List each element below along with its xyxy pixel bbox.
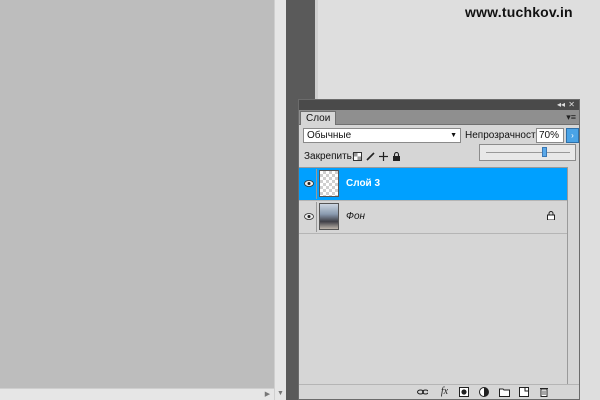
watermark: www.tuchkov.in — [465, 4, 573, 20]
layers-panel: ◂◂ ✕ Слои ▾≡ Обычные ▼ Непрозрачность: 7… — [298, 99, 580, 400]
lock-image-pixels-icon[interactable] — [366, 152, 375, 161]
blend-row: Обычные ▼ Непрозрачность: 70% › — [303, 128, 579, 144]
tab-layers[interactable]: Слои — [300, 111, 337, 125]
panel-tabrow: Слои ▾≡ — [299, 110, 579, 125]
adjustment-layer-icon[interactable] — [479, 387, 490, 397]
canvas-vertical-scrollbar[interactable]: ▼ — [274, 0, 286, 400]
trash-icon[interactable] — [539, 387, 550, 397]
layer-thumbnail[interactable] — [319, 203, 339, 230]
eye-icon — [304, 213, 314, 220]
panel-menu-icon[interactable]: ▾≡ — [566, 111, 576, 123]
lock-transparent-pixels-icon[interactable] — [353, 152, 362, 161]
document-canvas[interactable] — [0, 0, 274, 400]
secondary-document-edge — [315, 0, 318, 100]
visibility-toggle[interactable] — [301, 169, 317, 199]
layer-row-selected[interactable]: Слой 3 — [299, 168, 567, 201]
panel-footer: fx — [299, 384, 579, 399]
chevron-down-icon: ▼ — [450, 132, 457, 139]
lock-position-icon[interactable] — [379, 152, 388, 161]
layer-row[interactable]: Фон — [299, 201, 567, 234]
blend-mode-value: Обычные — [307, 130, 352, 141]
new-layer-icon[interactable] — [519, 387, 530, 397]
fx-icon[interactable]: fx — [439, 387, 450, 397]
link-layers-icon[interactable] — [417, 387, 428, 397]
layer-name[interactable]: Фон — [346, 201, 365, 233]
opacity-slider-toggle-button[interactable]: › — [566, 128, 579, 143]
lock-all-icon[interactable] — [392, 152, 401, 161]
opacity-label: Непрозрачность: — [465, 130, 544, 141]
layer-thumbnail[interactable] — [319, 170, 339, 197]
lock-label: Закрепить: — [304, 151, 355, 162]
new-group-icon[interactable] — [499, 387, 510, 397]
layer-name[interactable]: Слой 3 — [346, 168, 380, 200]
layers-list: Слой 3 Фон — [299, 167, 567, 390]
lock-icon — [547, 211, 555, 220]
opacity-slider-track[interactable] — [486, 152, 570, 153]
blend-mode-select[interactable]: Обычные ▼ — [303, 128, 461, 143]
scroll-right-arrow-icon[interactable]: ▶ — [263, 390, 272, 399]
opacity-input[interactable]: 70% — [536, 128, 564, 143]
add-mask-icon[interactable] — [459, 387, 470, 397]
scroll-down-arrow-icon[interactable]: ▼ — [276, 389, 285, 398]
opacity-slider-thumb[interactable] — [542, 147, 548, 157]
opacity-slider-popup — [479, 144, 576, 161]
double-chevron-left-icon[interactable]: ◂◂ — [557, 99, 565, 110]
canvas-horizontal-scrollbar[interactable]: ▶ — [0, 388, 274, 400]
visibility-toggle[interactable] — [301, 202, 317, 232]
eye-icon — [304, 180, 314, 187]
close-icon[interactable]: ✕ — [568, 99, 575, 110]
layers-scrollbar[interactable] — [567, 167, 579, 389]
panel-topbar[interactable]: ◂◂ ✕ — [299, 100, 579, 110]
